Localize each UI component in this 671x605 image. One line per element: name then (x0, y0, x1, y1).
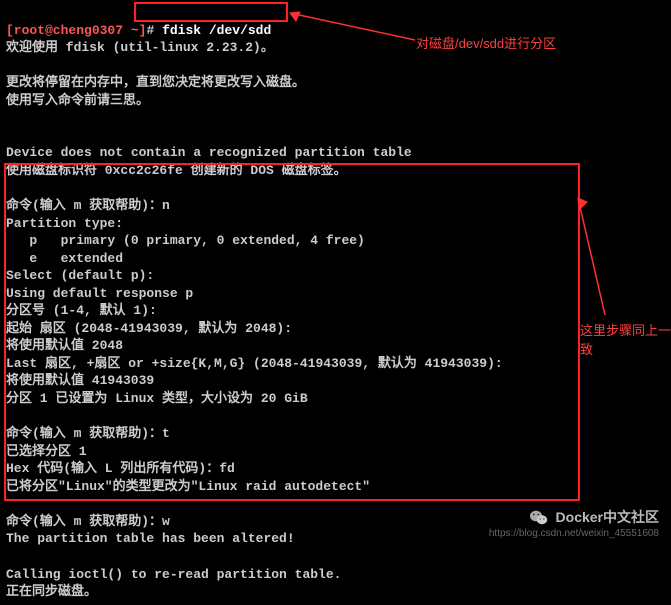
line: 命令(输入 m 获取帮助)：n (6, 198, 170, 213)
line: Select (default p): (6, 268, 154, 283)
line: 命令(输入 m 获取帮助)：w (6, 514, 170, 529)
line: 分区 1 已设置为 Linux 类型，大小设为 20 GiB (6, 391, 308, 406)
wechat-icon (530, 510, 548, 528)
line: Calling ioctl() to re-read partition tab… (6, 567, 341, 582)
line: Hex 代码(输入 L 列出所有代码)：fd (6, 461, 235, 476)
line: Device does not contain a recognized par… (6, 145, 412, 160)
line: Partition type: (6, 216, 123, 231)
arrow-to-session (570, 190, 610, 320)
line: 欢迎使用 fdisk (util-linux 2.23.2)。 (6, 40, 274, 55)
line: The partition table has been altered! (6, 531, 295, 546)
annotation-partition: 对磁盘/dev/sdd进行分区 (416, 33, 556, 52)
watermark-url: https://blog.csdn.net/weixin_45551608 (489, 528, 659, 539)
line: 起始 扇区 (2048-41943039, 默认为 2048): (6, 321, 292, 336)
line: p primary (0 primary, 0 extended, 4 free… (6, 233, 365, 248)
line: e extended (6, 251, 123, 266)
line: 命令(输入 m 获取帮助)：t (6, 426, 170, 441)
line: Using default response p (6, 286, 193, 301)
line: Last 扇区, +扇区 or +size{K,M,G} (2048-41943… (6, 356, 503, 371)
annotation-same-steps: 这里步骤同上一致 (580, 320, 671, 358)
prompt-userhost: [root@cheng0307 ~] (6, 23, 146, 38)
line: 使用写入命令前请三思。 (6, 93, 149, 108)
arrow-to-command (280, 8, 420, 48)
command-typed[interactable]: fdisk /dev/sdd (162, 23, 271, 38)
watermark-brand: Docker中文社区 (556, 509, 659, 525)
line: 正在同步磁盘。 (6, 584, 97, 599)
line: 使用磁盘标识符 0xcc2c26fe 创建新的 DOS 磁盘标签。 (6, 163, 347, 178)
line: 分区号 (1-4, 默认 1): (6, 303, 157, 318)
prompt-symbol: # (146, 23, 154, 38)
line: 将使用默认值 2048 (6, 338, 123, 353)
line: 已选择分区 1 (6, 444, 87, 459)
watermark: Docker中文社区 https://blog.csdn.net/weixin_… (489, 507, 659, 539)
line: 将使用默认值 41943039 (6, 373, 154, 388)
line: 已将分区"Linux"的类型更改为"Linux raid autodetect" (6, 479, 370, 494)
line: 更改将停留在内存中，直到您决定将更改写入磁盘。 (6, 75, 305, 90)
